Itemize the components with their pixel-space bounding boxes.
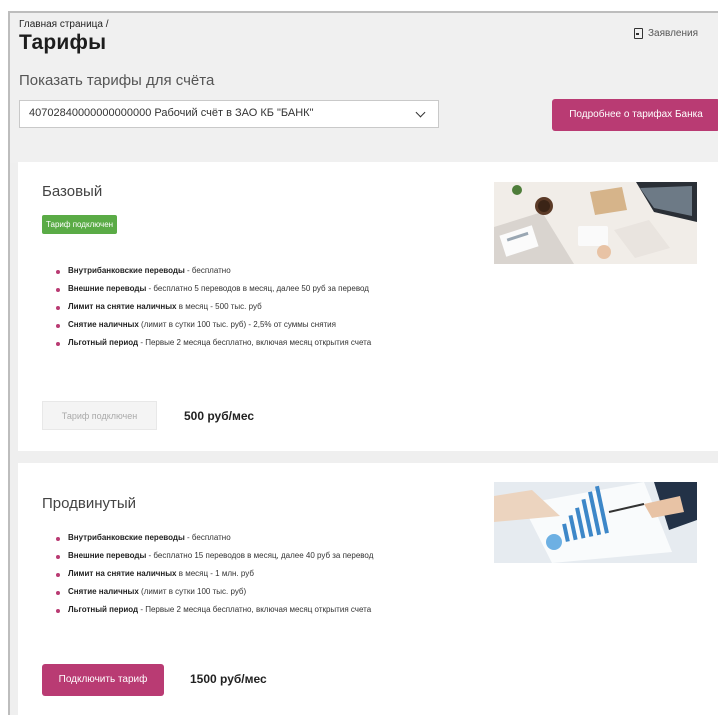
feature-title: Лимит на снятие наличных bbox=[68, 302, 177, 311]
applications-link[interactable]: Заявления bbox=[633, 28, 698, 39]
applications-label: Заявления bbox=[647, 28, 698, 39]
feature-title: Внутрибанковские переводы bbox=[68, 266, 185, 275]
feature-text: (лимит в сутки 100 тыс. руб) - 2,5% от с… bbox=[138, 320, 336, 329]
list-item: Внешние переводы - бесплатно 5 переводов… bbox=[55, 284, 371, 302]
feature-text: - бесплатно 15 переводов в месяц, далее … bbox=[146, 551, 374, 560]
tariff-card-advanced: Продвинутый Внутрибанковские переводы - … bbox=[18, 463, 718, 717]
feature-title: Снятие наличных bbox=[68, 320, 139, 329]
feature-text: - бесплатно bbox=[184, 533, 231, 542]
list-item: Внутрибанковские переводы - бесплатно bbox=[55, 266, 371, 284]
feature-title: Снятие наличных bbox=[68, 587, 139, 596]
list-item: Внешние переводы - бесплатно 15 переводо… bbox=[55, 551, 374, 569]
office-desk-image bbox=[494, 182, 697, 264]
list-item: Внутрибанковские переводы - бесплатно bbox=[55, 533, 373, 551]
feature-text: (лимит в сутки 100 тыс. руб) bbox=[138, 587, 247, 596]
list-item: Льготный период - Первые 2 месяца беспла… bbox=[55, 338, 372, 356]
feature-text: в месяц - 500 тыс. руб bbox=[176, 302, 262, 311]
chevron-down-icon bbox=[415, 107, 426, 118]
document-icon bbox=[633, 28, 643, 39]
status-badge: Тариф подключен bbox=[42, 215, 118, 234]
feature-text: - бесплатно bbox=[184, 266, 231, 275]
feature-title: Внутрибанковские переводы bbox=[68, 533, 185, 542]
feature-text: в месяц - 1 млн. руб bbox=[176, 569, 254, 578]
account-select-label: Показать тарифы для счёта bbox=[19, 72, 215, 89]
feature-text: - Первые 2 месяца бесплатно, включая мес… bbox=[138, 338, 372, 347]
page-title: Тарифы bbox=[19, 31, 107, 54]
feature-text: - бесплатно 5 переводов в месяц, далее 5… bbox=[146, 284, 369, 293]
feature-title: Внешние переводы bbox=[68, 551, 147, 560]
breadcrumb[interactable]: Главная страница / bbox=[19, 19, 109, 30]
account-select-value: 40702840000000000000 Рабочий счёт в ЗАО … bbox=[29, 107, 314, 119]
list-item: Льготный период - Первые 2 месяца беспла… bbox=[55, 605, 373, 623]
tariff-price: 500 руб/мес bbox=[184, 409, 255, 423]
header-area: Главная страница / Тарифы Заявления Пока… bbox=[10, 13, 718, 163]
feature-list: Внутрибанковские переводы - бесплатно Вн… bbox=[55, 533, 374, 623]
account-select[interactable]: 40702840000000000000 Рабочий счёт в ЗАО … bbox=[19, 100, 439, 128]
list-item: Лимит на снятие наличных в месяц - 500 т… bbox=[55, 302, 371, 320]
bank-tariffs-button[interactable]: Подробнее о тарифах Банка bbox=[552, 99, 718, 131]
feature-title: Льготный период bbox=[68, 338, 139, 347]
feature-list: Внутрибанковские переводы - бесплатно Вн… bbox=[55, 266, 372, 356]
tariff-card-basic: Базовый Тариф подключен Внутрибанковские… bbox=[18, 162, 718, 451]
feature-text: - Первые 2 месяца бесплатно, включая мес… bbox=[138, 605, 372, 614]
feature-title: Льготный период bbox=[68, 605, 139, 614]
business-charts-image bbox=[494, 482, 697, 563]
tariff-name: Продвинутый bbox=[42, 495, 137, 512]
feature-title: Внешние переводы bbox=[68, 284, 147, 293]
list-item: Лимит на снятие наличных в месяц - 1 млн… bbox=[55, 569, 373, 587]
list-item: Снятие наличных (лимит в сутки 100 тыс. … bbox=[55, 587, 373, 605]
tariff-price: 1500 руб/мес bbox=[190, 672, 267, 686]
tariff-connected-button: Тариф подключен bbox=[42, 401, 157, 430]
page-frame: Главная страница / Тарифы Заявления Пока… bbox=[8, 11, 718, 717]
tariff-name: Базовый bbox=[42, 183, 103, 200]
feature-title: Лимит на снятие наличных bbox=[68, 569, 177, 578]
connect-tariff-button[interactable]: Подключить тариф bbox=[42, 664, 164, 696]
office-desk-illustration bbox=[494, 182, 697, 264]
list-item: Снятие наличных (лимит в сутки 100 тыс. … bbox=[55, 320, 371, 338]
business-charts-illustration bbox=[494, 482, 697, 563]
